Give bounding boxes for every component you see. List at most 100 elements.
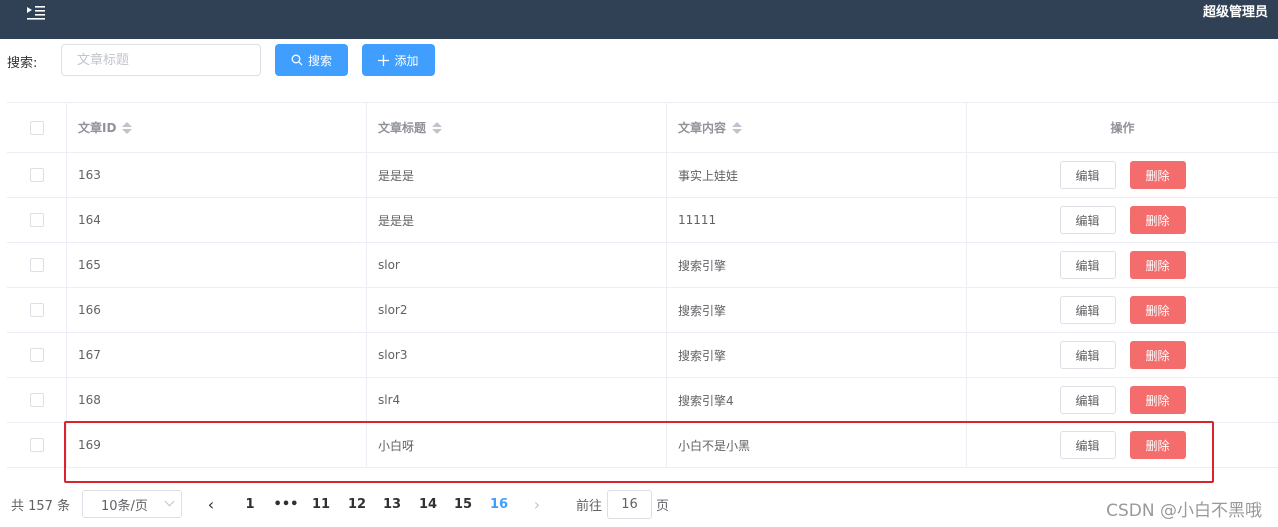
- row-checkbox[interactable]: [29, 258, 44, 272]
- page-number[interactable]: 12: [342, 488, 372, 521]
- page-number[interactable]: 11: [306, 488, 336, 521]
- edit-button[interactable]: 编辑: [1059, 161, 1116, 189]
- cell-id: 167: [67, 333, 367, 377]
- cell-content: 搜索引擎: [667, 288, 967, 332]
- chevron-down-icon: [164, 496, 175, 507]
- page-suffix: 页: [656, 499, 670, 514]
- watermark: CSDN @小白不黑哦: [1106, 501, 1262, 521]
- cell-actions: 编辑 删除: [967, 333, 1278, 377]
- search-button[interactable]: 搜索: [275, 44, 348, 76]
- prev-page-icon[interactable]: ‹: [201, 488, 221, 521]
- column-header-label: 操作: [1110, 121, 1135, 135]
- column-header-label: 文章ID: [78, 121, 117, 135]
- delete-button[interactable]: 删除: [1129, 296, 1186, 324]
- sort-caret-icon[interactable]: [122, 121, 133, 134]
- edit-button[interactable]: 编辑: [1059, 251, 1116, 279]
- cell-title: 小白呀: [367, 423, 667, 467]
- page-number-current[interactable]: 16: [484, 488, 514, 521]
- search-label: 搜索:: [7, 56, 38, 71]
- cell-title: slor: [367, 243, 667, 287]
- pagination: 共 157 条 10条/页 ‹ 1 ••• 11 12 13 14 15 16 …: [0, 488, 1278, 521]
- cell-title: slor3: [367, 333, 667, 377]
- select-all-checkbox[interactable]: [29, 120, 44, 135]
- page-number[interactable]: 13: [377, 488, 407, 521]
- delete-button[interactable]: 删除: [1129, 251, 1186, 279]
- sort-caret-icon[interactable]: [432, 121, 443, 134]
- goto-label: 前往: [576, 499, 603, 514]
- cell-title: 是是是: [367, 198, 667, 242]
- table-row: 166 slor2 搜索引擎 编辑 删除: [7, 288, 1278, 333]
- row-checkbox[interactable]: [29, 168, 44, 182]
- cell-id: 163: [67, 153, 367, 197]
- row-checkbox-cell: [7, 423, 67, 467]
- column-header-label: 文章标题: [378, 121, 427, 135]
- user-name[interactable]: 超级管理员: [1203, 1, 1268, 20]
- table-row: 165 slor 搜索引擎 编辑 删除: [7, 243, 1278, 288]
- page-size-value: 10条/页: [101, 498, 148, 514]
- menu-fold-icon[interactable]: [26, 3, 48, 21]
- cell-actions: 编辑 删除: [967, 423, 1278, 467]
- table-row: 163 是是是 事实上娃娃 编辑 删除: [7, 153, 1278, 198]
- cell-actions: 编辑 删除: [967, 288, 1278, 332]
- edit-button[interactable]: 编辑: [1059, 206, 1116, 234]
- table-row: 164 是是是 11111 编辑 删除: [7, 198, 1278, 243]
- table-row: 168 slr4 搜索引擎4 编辑 删除: [7, 378, 1278, 423]
- row-checkbox-cell: [7, 153, 67, 197]
- cell-actions: 编辑 删除: [967, 198, 1278, 242]
- row-checkbox[interactable]: [29, 213, 44, 227]
- cell-content: 11111: [667, 198, 967, 242]
- edit-button[interactable]: 编辑: [1059, 386, 1116, 414]
- page-number[interactable]: 14: [413, 488, 443, 521]
- cell-title: slor2: [367, 288, 667, 332]
- row-checkbox-cell: [7, 288, 67, 332]
- cell-id: 166: [67, 288, 367, 332]
- row-checkbox-cell: [7, 243, 67, 287]
- cell-id: 164: [67, 198, 367, 242]
- cell-id: 165: [67, 243, 367, 287]
- page-number[interactable]: 15: [448, 488, 478, 521]
- page-ellipsis[interactable]: •••: [271, 488, 301, 521]
- pagination-total: 共 157 条: [11, 499, 71, 514]
- page-number[interactable]: 1: [235, 488, 265, 521]
- cell-actions: 编辑 删除: [967, 153, 1278, 197]
- column-header-content[interactable]: 文章内容: [667, 103, 967, 152]
- delete-button[interactable]: 删除: [1129, 206, 1186, 234]
- cell-content: 小白不是小黑: [667, 423, 967, 467]
- cell-content: 搜索引擎: [667, 243, 967, 287]
- column-header-id[interactable]: 文章ID: [67, 103, 367, 152]
- delete-button[interactable]: 删除: [1129, 386, 1186, 414]
- sort-caret-icon[interactable]: [732, 121, 743, 134]
- delete-button[interactable]: 删除: [1129, 161, 1186, 189]
- row-checkbox-cell: [7, 378, 67, 422]
- cell-id: 169: [67, 423, 367, 467]
- column-header-actions: 操作: [967, 103, 1278, 152]
- edit-button[interactable]: 编辑: [1059, 431, 1116, 459]
- cell-id: 168: [67, 378, 367, 422]
- delete-button[interactable]: 删除: [1129, 341, 1186, 369]
- search-input[interactable]: [61, 44, 261, 76]
- edit-button[interactable]: 编辑: [1059, 296, 1116, 324]
- next-page-icon[interactable]: ›: [527, 488, 547, 521]
- cell-content: 搜索引擎4: [667, 378, 967, 422]
- article-table: 文章ID 文章标题 文章内容 操作 163 是是是 事实上娃娃 编辑 删除 16…: [7, 102, 1278, 468]
- row-checkbox[interactable]: [29, 303, 44, 317]
- page-size-select[interactable]: 10条/页: [82, 490, 182, 518]
- add-button[interactable]: 添加: [362, 44, 435, 76]
- table-header: 文章ID 文章标题 文章内容 操作: [7, 102, 1278, 153]
- row-checkbox[interactable]: [29, 393, 44, 407]
- column-header-label: 文章内容: [678, 121, 727, 135]
- row-checkbox-cell: [7, 198, 67, 242]
- header-checkbox-cell: [7, 103, 67, 152]
- column-header-title[interactable]: 文章标题: [367, 103, 667, 152]
- edit-button[interactable]: 编辑: [1059, 341, 1116, 369]
- goto-page-input[interactable]: 16: [607, 490, 652, 519]
- top-navbar: 超级管理员: [0, 0, 1278, 39]
- cell-content: 搜索引擎: [667, 333, 967, 377]
- delete-button[interactable]: 删除: [1129, 431, 1186, 459]
- cell-title: 是是是: [367, 153, 667, 197]
- row-checkbox-cell: [7, 333, 67, 377]
- table-row: 167 slor3 搜索引擎 编辑 删除: [7, 333, 1278, 378]
- add-button-label: 添加: [394, 53, 419, 68]
- row-checkbox[interactable]: [29, 348, 44, 362]
- row-checkbox[interactable]: [29, 438, 44, 452]
